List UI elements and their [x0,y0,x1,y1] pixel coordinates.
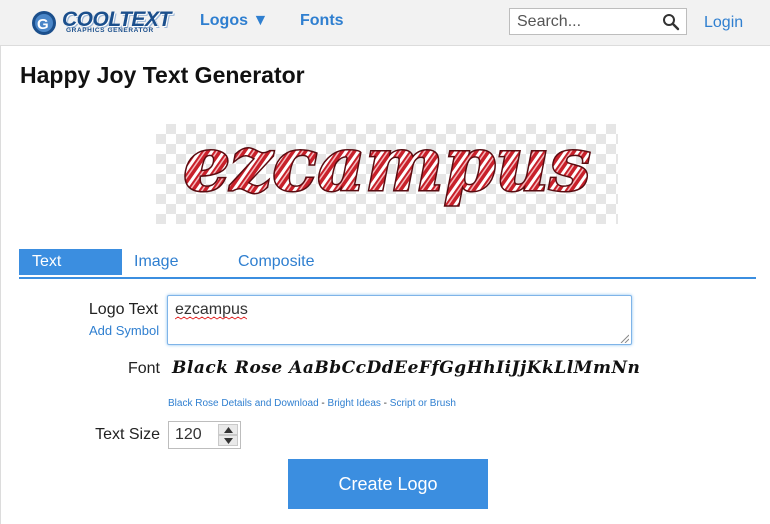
spellcheck-underline [175,316,247,320]
text-size-label: Text Size [95,426,160,443]
cooltext-logo[interactable]: G COOLTEXT GRAPHICS GENERATOR [30,7,171,37]
tab-image[interactable]: Image [134,249,178,275]
login-link[interactable]: Login [704,14,743,32]
chevron-up-icon [224,427,233,433]
search-box [509,8,687,35]
logo-text-label: Logo Text [88,301,158,318]
text-size-stepper [168,421,241,449]
logo-preview-image: ezcampus [182,124,593,210]
tab-bar: Text Image Composite [19,249,756,279]
decrement-button[interactable] [218,435,238,446]
font-links: Black Rose Details and Download - Bright… [168,398,456,409]
top-bar: G COOLTEXT GRAPHICS GENERATOR Logos ▼ Fo… [0,0,770,46]
search-icon[interactable] [662,13,680,31]
font-details-link[interactable]: Black Rose Details and Download [168,398,319,409]
page-title: Happy Joy Text Generator [20,62,305,88]
logo-preview-text: ezcampus [183,124,591,208]
chevron-down-icon [224,438,233,444]
nav-fonts-link[interactable]: Fonts [300,12,344,30]
logo-preview: ezcampus [156,124,618,224]
increment-button[interactable] [218,424,238,435]
search-input[interactable] [510,9,655,34]
font-links-separator: - [380,398,390,409]
bright-ideas-link[interactable]: Bright Ideas [328,398,381,409]
tab-composite[interactable]: Composite [238,249,314,275]
resize-grip-icon[interactable] [620,334,629,343]
font-links-separator: - [318,398,328,409]
logo-text-input[interactable]: ezcampus [167,295,632,345]
create-logo-button[interactable]: Create Logo [288,459,488,509]
svg-text:G: G [37,16,49,33]
logo-tagline: GRAPHICS GENERATOR [66,27,154,34]
font-sample-preview[interactable]: Black Rose AaBbCcDdEeFfGgHhIiJjKkLlMmNn [172,358,640,378]
page-divider [0,45,1,524]
text-size-input[interactable] [169,422,215,448]
nav-logos-menu[interactable]: Logos ▼ [200,12,268,30]
tab-text[interactable]: Text [19,249,122,275]
add-symbol-link[interactable]: Add Symbol [89,323,159,338]
font-label: Font [127,360,160,377]
script-or-brush-link[interactable]: Script or Brush [390,398,456,409]
logo-mark-icon: G [32,11,56,35]
